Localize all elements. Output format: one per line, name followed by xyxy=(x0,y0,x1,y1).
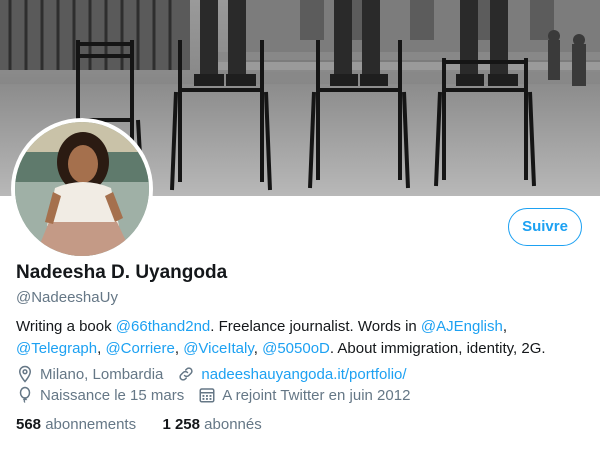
bio-text: , xyxy=(253,340,263,357)
profile-handle: @NadeeshaUy xyxy=(16,289,118,306)
follow-button[interactable]: Suivre xyxy=(508,208,582,246)
following-label: abonnements xyxy=(45,416,137,433)
link-icon xyxy=(179,367,194,381)
profile-meta-row: Milano, Lombardia nadeeshauyangoda.it/po… xyxy=(16,365,407,383)
following-count: 568 xyxy=(16,416,42,433)
following-link[interactable]: 568 abonnements xyxy=(16,416,136,433)
balloon-icon xyxy=(19,386,31,403)
mention-link[interactable]: @Corriere xyxy=(105,340,174,357)
avatar-image xyxy=(15,122,149,256)
joined-text: A rejoint Twitter en juin 2012 xyxy=(222,386,411,404)
mention-link[interactable]: @66thand2nd xyxy=(116,318,210,335)
profile-stats: 568 abonnements 1 258 abonnés xyxy=(16,416,262,433)
bio-text: , xyxy=(502,318,508,335)
followers-count: 1 258 xyxy=(162,416,200,433)
profile-name: Nadeesha D. Uyangoda xyxy=(16,262,228,283)
profile-meta-row: Naissance le 15 mars A rejoint Twitter e… xyxy=(16,386,410,404)
avatar[interactable] xyxy=(11,118,153,260)
mention-link[interactable]: @Telegraph xyxy=(16,340,97,357)
followers-link[interactable]: 1 258 abonnés xyxy=(162,416,261,433)
website-link[interactable]: nadeeshauyangoda.it/portfolio/ xyxy=(201,366,406,383)
profile-bio: Writing a book @66thand2nd. Freelance jo… xyxy=(16,316,596,360)
calendar-icon xyxy=(199,388,215,403)
mention-link[interactable]: @5050oD xyxy=(262,340,330,357)
location-text: Milano, Lombardia xyxy=(40,365,164,383)
bio-text: Writing a book xyxy=(16,318,116,335)
bio-text: . About immigration, identity, 2G. xyxy=(329,340,546,357)
location-pin-icon xyxy=(18,365,32,383)
followers-label: abonnés xyxy=(204,416,262,433)
mention-link[interactable]: @AJEnglish xyxy=(421,318,503,335)
mention-link[interactable]: @ViceItaly xyxy=(183,340,254,357)
bio-text: , xyxy=(174,340,184,357)
bio-text: . Freelance journalist. Words in xyxy=(210,318,421,335)
birthday-text: Naissance le 15 mars xyxy=(40,386,185,404)
